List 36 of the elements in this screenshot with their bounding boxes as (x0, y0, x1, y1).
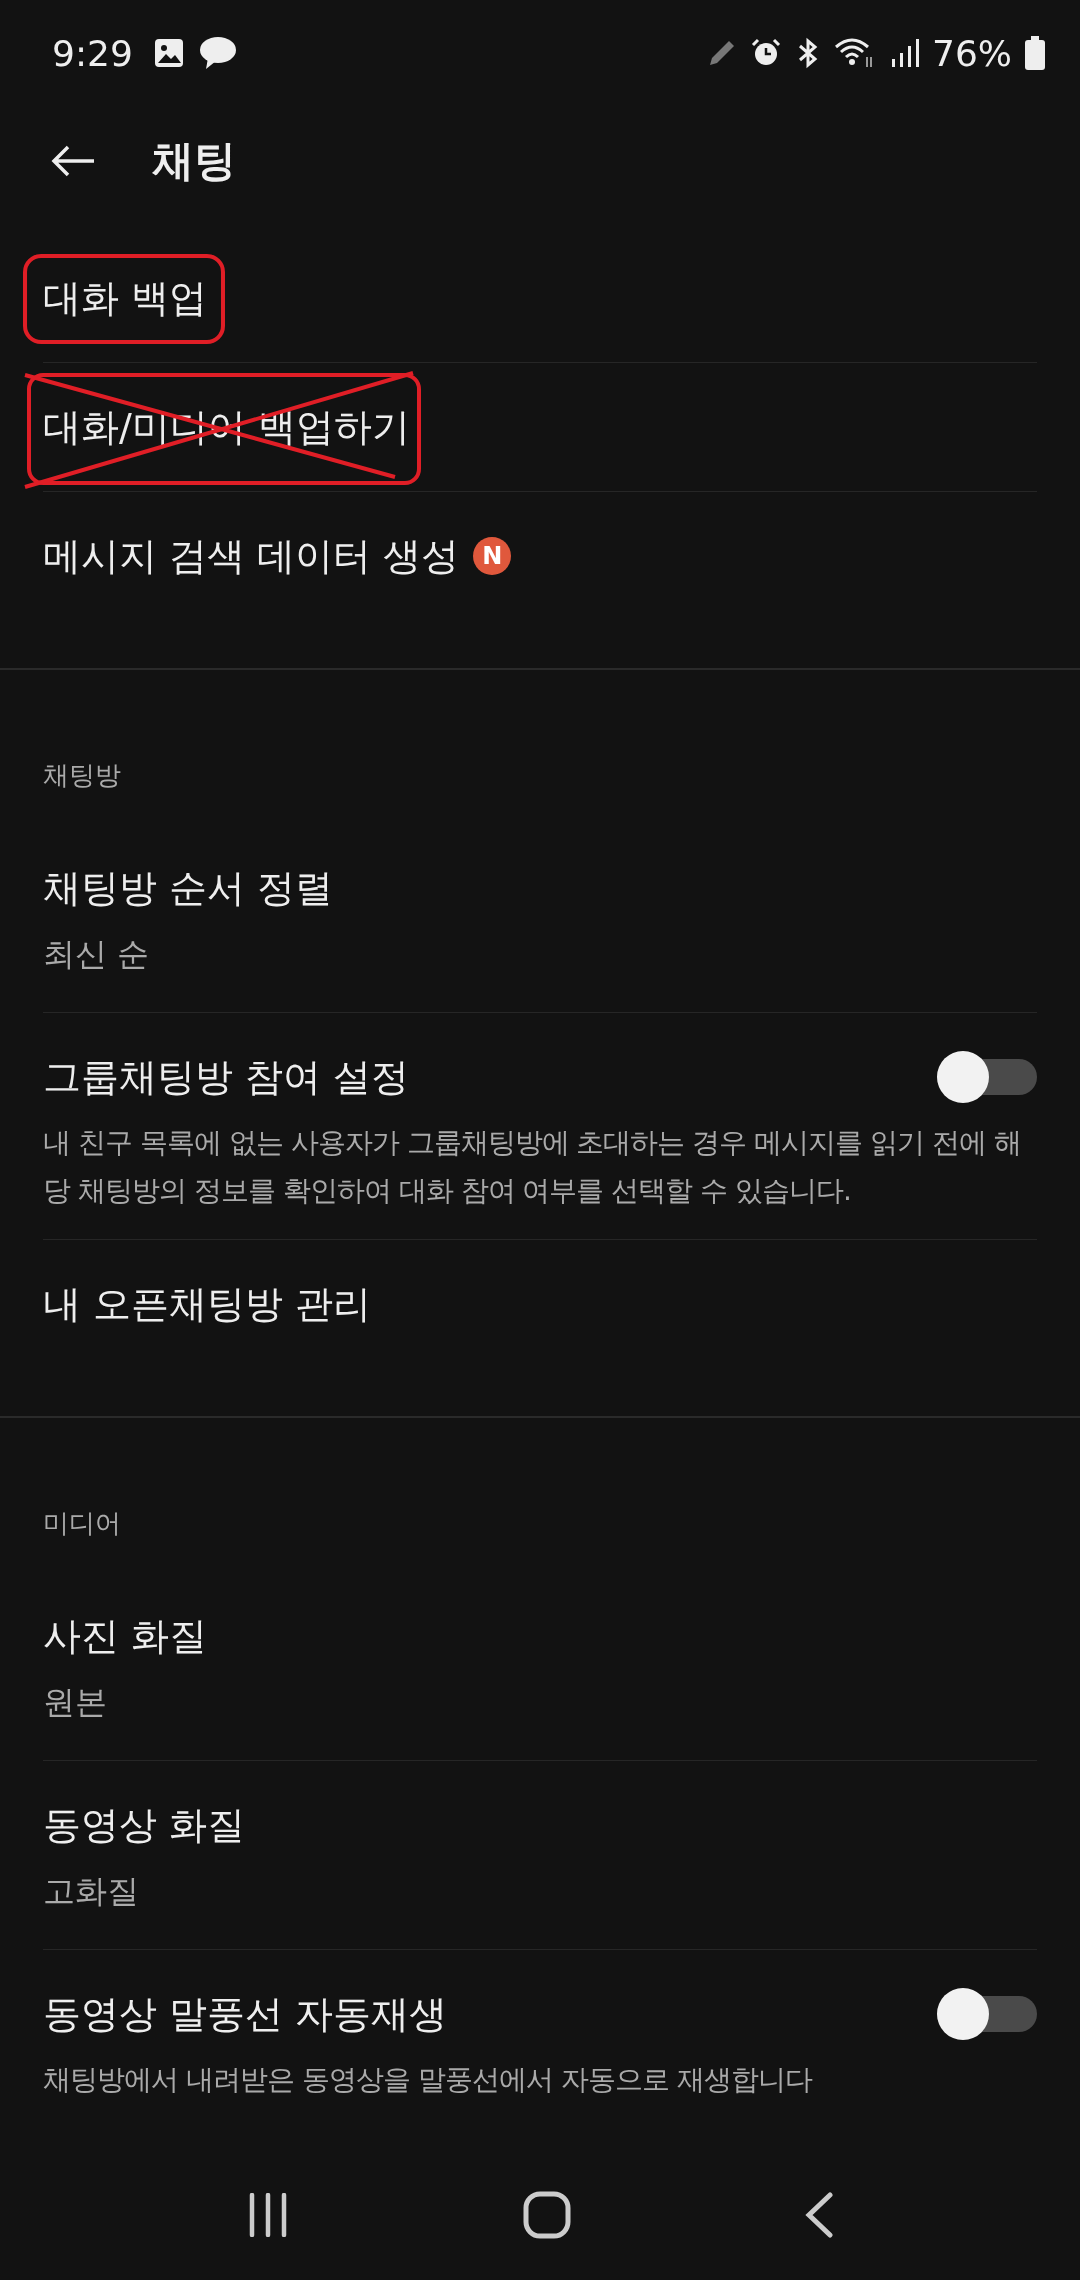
item-title: 사진 화질 (43, 1613, 208, 1660)
item-value: 고화질 (43, 1871, 140, 1912)
item-title: 그룹채팅방 참여 설정 (43, 1054, 410, 1101)
back-arrow-icon[interactable] (50, 144, 96, 178)
settings-item[interactable]: 채팅방 순서 정렬 최신 순 (0, 824, 1080, 1012)
item-title: 내 오픈채팅방 관리 (43, 1281, 372, 1328)
item-value: 원본 (43, 1682, 108, 1723)
image-icon (152, 37, 185, 69)
battery-icon (1024, 36, 1046, 70)
battery-percent: 76% (932, 32, 1012, 74)
new-badge: N (473, 537, 512, 575)
clock-time: 9:29 (52, 32, 133, 74)
settings-item[interactable]: 동영상 말풍선 자동재생 채팅방에서 내려받은 동영상을 말풍선에서 자동으로 재생합니다 (0, 1949, 1080, 2128)
toggle-switch[interactable] (937, 1986, 1037, 2042)
item-title: 동영상 말풍선 자동재생 (43, 1991, 448, 2038)
settings-item[interactable]: 메시지 검색 데이터 생성 N (0, 491, 1080, 620)
section-header: 채팅방 (42, 759, 122, 792)
home-icon[interactable] (523, 2191, 571, 2239)
item-title: 동영상 화질 (43, 1802, 246, 1849)
item-value: 최신 순 (43, 934, 151, 975)
settings-item[interactable]: 그룹채팅방 참여 설정 내 친구 목록에 없는 사용자가 그룹채팅방에 초대하는 경우 메시지를 읽기 전에 해당 채팅방의 정보를 확인하여 대화 참여 여부를 선택할 수 있습니다. (0, 1012, 1080, 1239)
section-header: 미디어 (42, 1507, 122, 1540)
item-description: 내 친구 목록에 없는 사용자가 그룹채팅방에 초대하는 경우 메시지를 읽기 전에 해당 채팅방의 정보를 확인하여 대화 참여 여부를 선택할 수 있습니다. (43, 1125, 1022, 1209)
toggle-switch[interactable] (937, 1049, 1037, 1105)
chat-bubble-icon (198, 36, 237, 70)
page-title: 채팅 (152, 135, 236, 187)
settings-item[interactable]: 사진 화질 원본 (0, 1572, 1080, 1760)
signal-icon (890, 37, 920, 69)
back-icon[interactable] (803, 2192, 834, 2238)
item-title: 채팅방 순서 정렬 (43, 865, 334, 912)
settings-item[interactable]: 대화 백업 (0, 234, 1080, 362)
settings-item[interactable]: 동영상 화질 고화질 (0, 1760, 1080, 1949)
item-title: 대화 백업 (43, 270, 208, 326)
item-description: 채팅방에서 내려받은 동영상을 말풍선에서 자동으로 재생합니다 (43, 2062, 814, 2098)
settings-item[interactable]: 내 오픈채팅방 관리 (0, 1239, 1080, 1368)
item-title: 메시지 검색 데이터 생성 (43, 533, 460, 580)
